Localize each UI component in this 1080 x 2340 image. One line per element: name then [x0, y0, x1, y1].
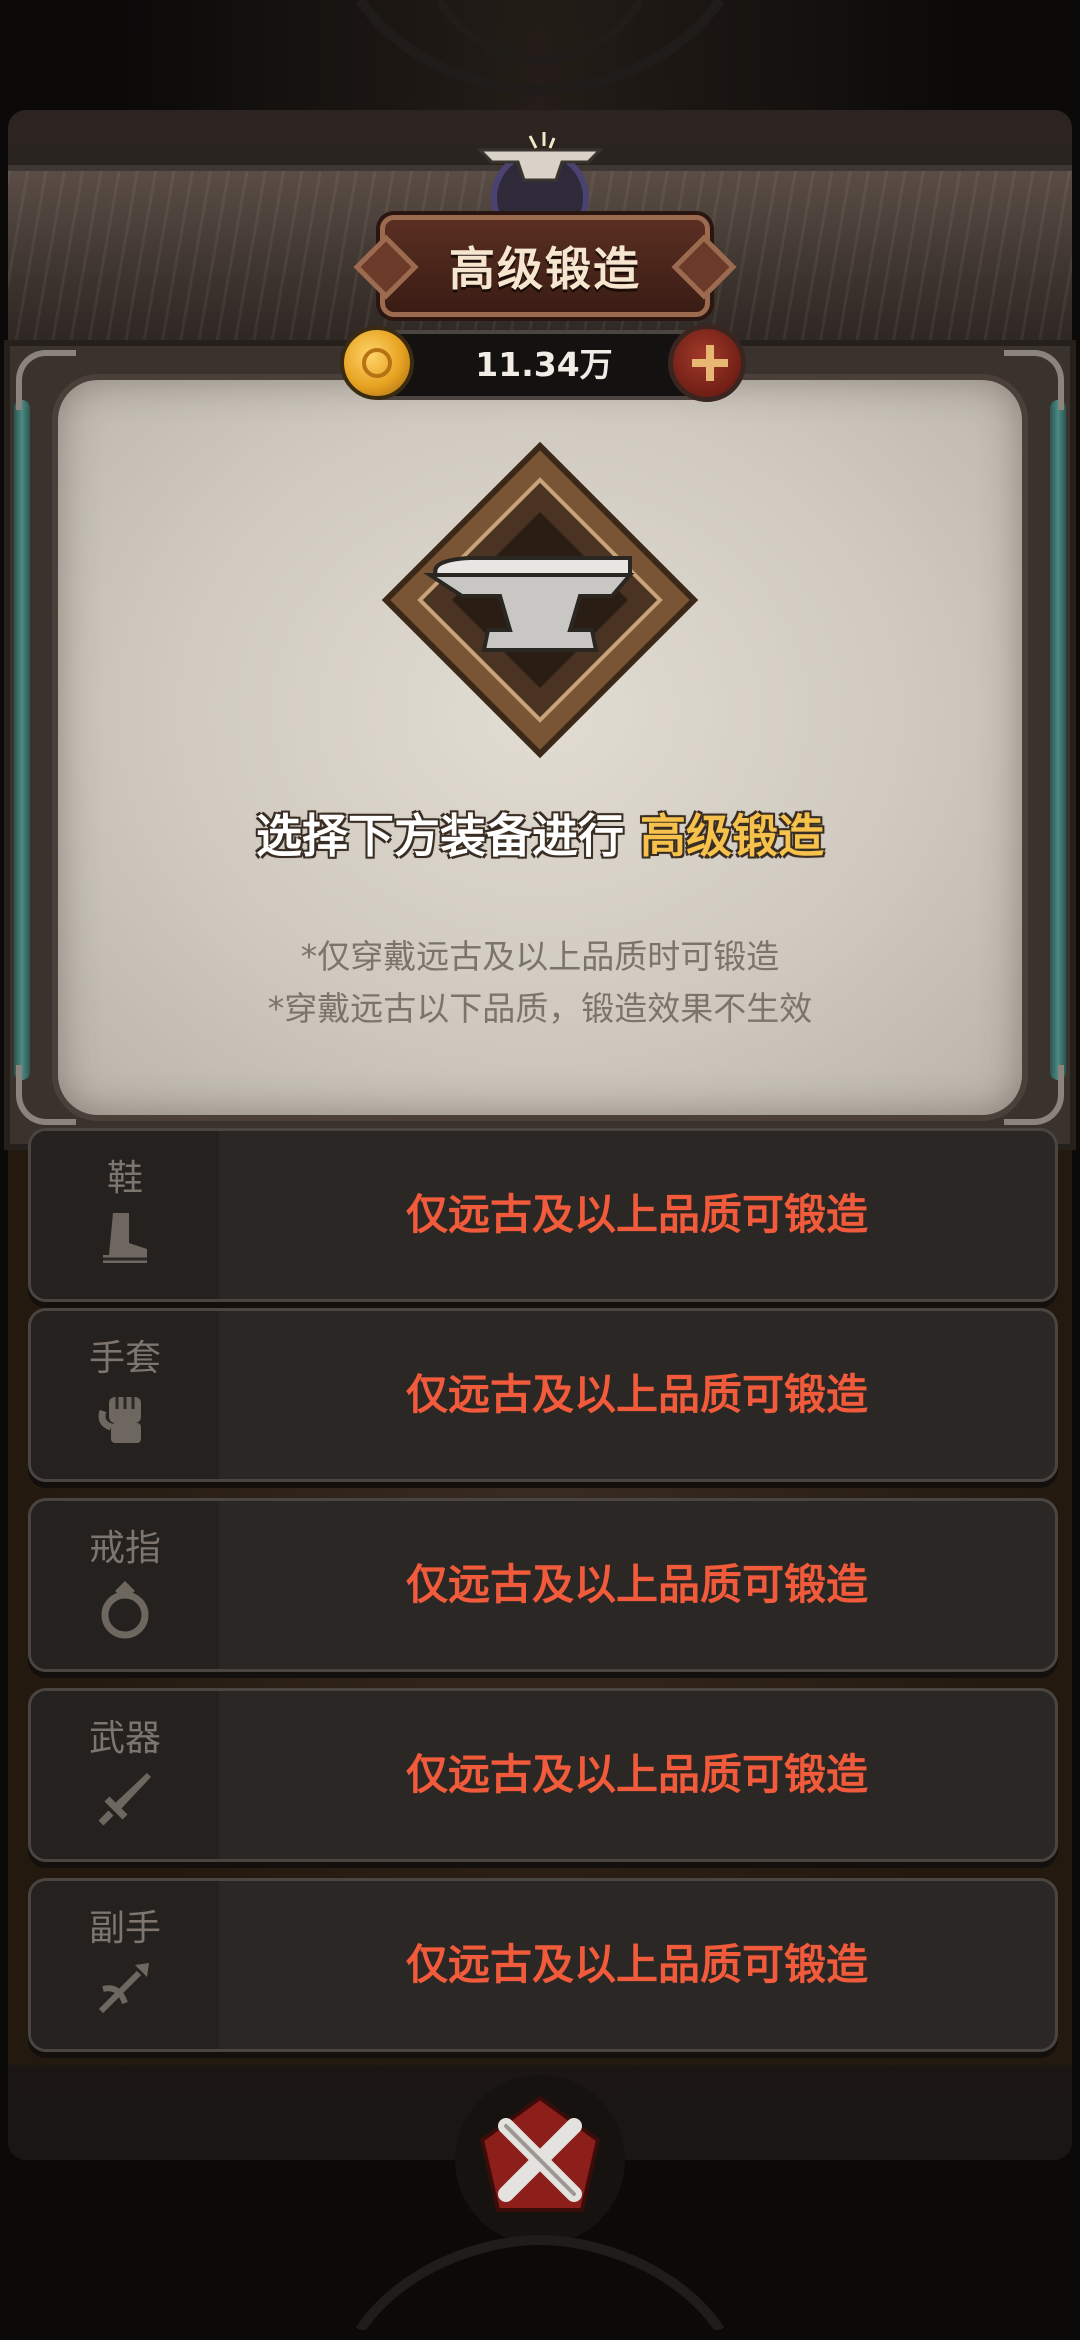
slot-label: 武器 [88, 1718, 161, 1759]
anvil-crest-icon [476, 132, 604, 218]
title-plaque: 高级锻造 [380, 215, 710, 317]
forge-note: *穿戴远古以下品质，锻造效果不生效 [267, 989, 813, 1028]
slot-status: 仅远古及以上品质可锻造 [405, 1560, 868, 1609]
equipment-slot-row[interactable]: 武器 仅远古及以上品质可锻造 [28, 1688, 1058, 1862]
equipment-slot-row[interactable]: 鞋 仅远古及以上品质可锻造 [28, 1128, 1058, 1302]
forge-prompt: 选择下方装备进行 高级锻造 [120, 800, 960, 866]
slot-cell: 副手 [31, 1881, 219, 2049]
prompt-highlight: 高级锻造 [640, 809, 824, 863]
offhand-icon [98, 1963, 149, 2014]
sword-icon [98, 1773, 151, 1826]
slot-cell: 戒指 [31, 1501, 219, 1669]
forge-screen: 高级锻造 11.34万 选择下方装备进行 高级锻造 *仅穿戴远古及以上品质时可锻… [0, 0, 1080, 2340]
corner-ornament [1004, 1065, 1064, 1125]
slot-cell: 手套 [31, 1311, 219, 1479]
page-title: 高级锻造 [449, 242, 641, 296]
ring-icon [101, 1581, 149, 1639]
close-icon [479, 2095, 601, 2212]
bottom-ornament [355, 2234, 725, 2330]
gold-coin-icon [340, 326, 414, 400]
slot-cell: 武器 [31, 1691, 219, 1859]
boot-icon [103, 1213, 147, 1263]
slot-cell: 鞋 [31, 1131, 219, 1299]
add-currency-button[interactable] [668, 324, 746, 402]
slot-label: 戒指 [88, 1528, 161, 1569]
top-ornament [355, 0, 725, 96]
right-trim [1050, 400, 1066, 1080]
gauntlet-icon [98, 1397, 141, 1443]
equipment-slot-row[interactable]: 戒指 仅远古及以上品质可锻造 [28, 1498, 1058, 1672]
left-trim [14, 400, 30, 1080]
slot-status: 仅远古及以上品质可锻造 [405, 1370, 868, 1419]
slot-label: 鞋 [106, 1158, 143, 1199]
forge-note: *仅穿戴远古及以上品质时可锻造 [300, 937, 780, 976]
slot-label: 副手 [88, 1908, 161, 1949]
corner-ornament [16, 350, 76, 410]
prompt-text: 选择下方装备进行 [255, 809, 624, 863]
equipment-slot-row[interactable]: 手套 仅远古及以上品质可锻造 [28, 1308, 1058, 1482]
equipment-slot-row[interactable]: 副手 仅远古及以上品质可锻造 [28, 1878, 1058, 2052]
anvil-icon [381, 441, 699, 759]
slot-status: 仅远古及以上品质可锻造 [405, 1190, 868, 1239]
slot-status: 仅远古及以上品质可锻造 [405, 1940, 868, 1989]
corner-ornament [1004, 350, 1064, 410]
slot-status: 仅远古及以上品质可锻造 [405, 1750, 868, 1799]
slot-label: 手套 [88, 1338, 161, 1379]
corner-ornament [16, 1065, 76, 1125]
